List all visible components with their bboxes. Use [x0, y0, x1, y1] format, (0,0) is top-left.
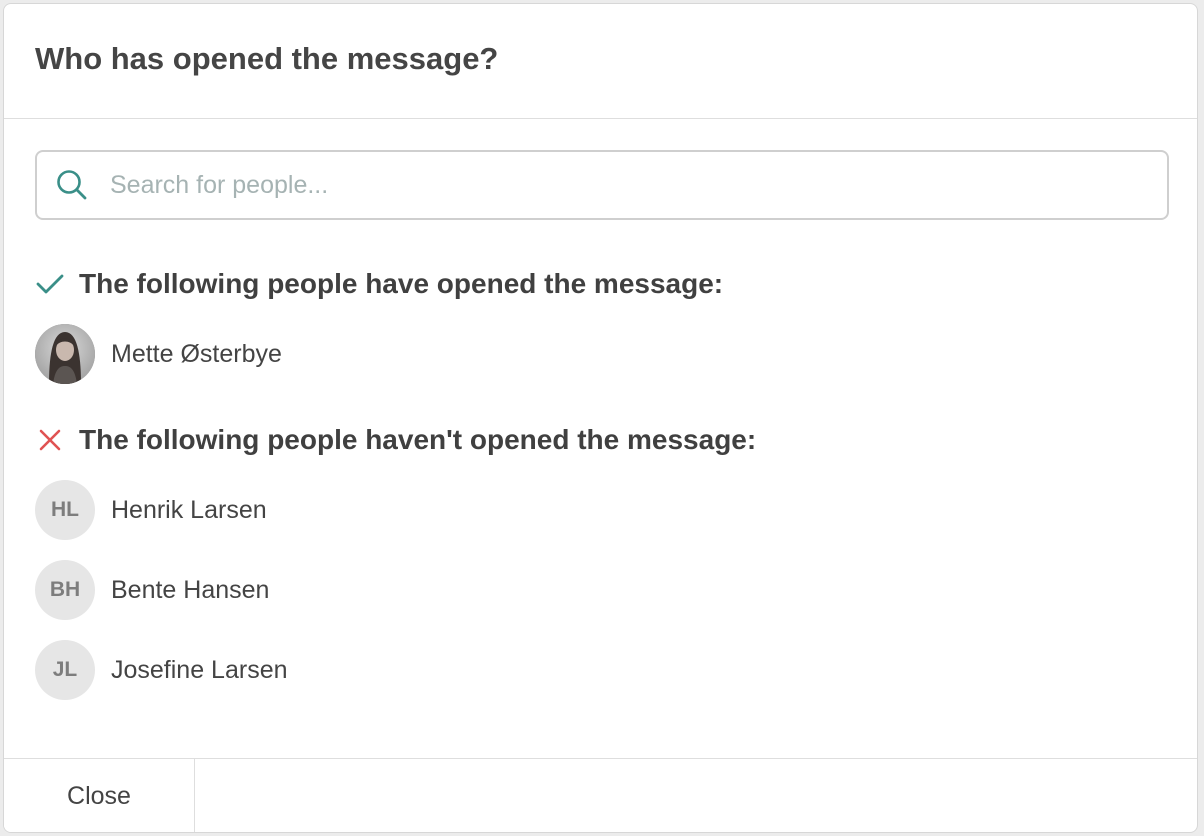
- avatar: HL: [35, 480, 95, 540]
- message-readers-dialog: Who has opened the message? The followin…: [3, 3, 1198, 833]
- close-button[interactable]: Close: [4, 759, 195, 832]
- opened-section-heading: The following people have opened the mes…: [35, 268, 1168, 300]
- search-icon: [54, 167, 90, 203]
- person-row: JL Josefine Larsen: [35, 640, 1168, 700]
- person-name: Josefine Larsen: [111, 655, 288, 684]
- person-row: Mette Østerbye: [35, 324, 1168, 384]
- not-opened-section-heading: The following people haven't opened the …: [35, 424, 1168, 456]
- search-box[interactable]: [35, 150, 1169, 220]
- check-icon: [35, 269, 65, 299]
- person-row: BH Bente Hansen: [35, 560, 1168, 620]
- person-row: HL Henrik Larsen: [35, 480, 1168, 540]
- person-name: Bente Hansen: [111, 575, 270, 604]
- person-name: Mette Østerbye: [111, 339, 282, 368]
- dialog-title: Who has opened the message?: [35, 41, 499, 76]
- dialog-footer: Close: [4, 758, 1197, 832]
- avatar: BH: [35, 560, 95, 620]
- person-name: Henrik Larsen: [111, 495, 267, 524]
- x-icon: [35, 425, 65, 455]
- dialog-header: Who has opened the message?: [4, 4, 1197, 119]
- avatar: [35, 324, 95, 384]
- dialog-body: The following people have opened the mes…: [4, 119, 1197, 700]
- search-input[interactable]: [108, 169, 1112, 201]
- opened-heading-text: The following people have opened the mes…: [79, 268, 724, 299]
- not-opened-heading-text: The following people haven't opened the …: [79, 424, 757, 455]
- avatar: JL: [35, 640, 95, 700]
